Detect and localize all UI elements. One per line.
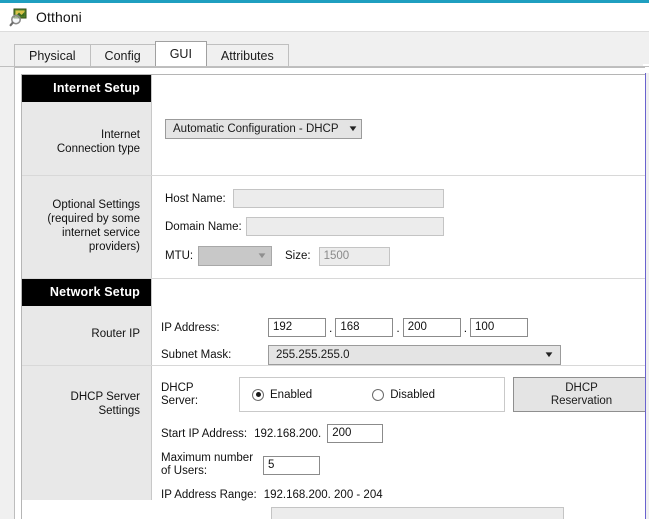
dhcp-server-label: DHCP Server: — [161, 381, 199, 407]
maximum-users-input[interactable]: 5 — [263, 455, 320, 475]
domain-name-row: Domain Name: — [152, 208, 645, 236]
mtu-label: MTU: — [165, 250, 194, 262]
dhcp-settings-label-cell: DHCP Server Settings — [22, 366, 151, 500]
radio-selected-icon — [252, 388, 264, 401]
internet-setup-header-spacer — [151, 75, 645, 102]
start-ip-last-octet-input[interactable]: 200 — [327, 424, 384, 443]
ip-octet-1-input[interactable]: 192 — [268, 318, 326, 337]
maximum-users-row: Maximum number of Users: 5 — [152, 443, 645, 478]
optional-settings-fields-cell: Host Name: Domain Name: MTU: ▼ Size: 150… — [151, 176, 645, 278]
dhcp-server-radio-group: Enabled Disabled — [239, 377, 505, 412]
ip-address-label: IP Address: — [161, 321, 220, 334]
host-name-input[interactable] — [233, 189, 444, 208]
ip-address-range-label: IP Address Range: — [161, 489, 257, 501]
ip-octet-3-input[interactable]: 200 — [402, 318, 461, 337]
start-ip-address-label: Start IP Address: — [161, 427, 248, 440]
network-setup-heading: Network Setup — [22, 279, 151, 306]
subnet-mask-label: Subnet Mask: — [161, 349, 232, 361]
chevron-down-icon: ▼ — [256, 251, 268, 260]
internet-connection-type-label-cell: Internet Connection type — [22, 102, 151, 175]
radio-unselected-icon — [372, 388, 385, 401]
mtu-size-input[interactable]: 1500 — [318, 246, 390, 266]
internet-setup-heading: Internet Setup — [22, 75, 151, 102]
ip-address-row: IP Address: 192 . 168 . 200 . 100 — [152, 306, 645, 337]
network-setup-header-spacer — [151, 279, 645, 306]
window-title: Otthoni — [36, 9, 82, 25]
ip-octet-separator: . — [463, 320, 468, 335]
optional-settings-row: Optional Settings (required by some inte… — [22, 175, 645, 278]
network-setup-section-header-row: Network Setup — [22, 278, 645, 306]
next-field-clipped-row — [152, 501, 645, 519]
mtu-row: MTU: ▼ Size: 1500 — [152, 236, 645, 266]
optional-settings-label: Optional Settings (required by some inte… — [47, 199, 140, 253]
dhcp-enabled-label: Enabled — [270, 388, 313, 401]
internet-connection-type-value: Automatic Configuration - DHCP — [173, 123, 339, 135]
dhcp-enabled-radio[interactable]: Enabled — [252, 388, 313, 401]
gui-content-panel: Internet Setup Internet Connection type … — [14, 67, 645, 519]
window-titlebar: Otthoni — [0, 3, 649, 31]
start-ip-prefix: 192.168.200. — [254, 427, 322, 440]
dhcp-server-state-row: DHCP Server: Enabled Disabled DHCP Reser… — [152, 366, 645, 412]
dhcp-server-settings-row: DHCP Server Settings DHCP Server: Enable… — [22, 365, 645, 519]
chevron-down-icon: ▼ — [346, 124, 359, 133]
router-ip-label: Router IP — [91, 328, 140, 340]
packet-tracer-router-gui-window: Otthoni Physical Config GUI Attributes I… — [0, 0, 649, 519]
tab-physical[interactable]: Physical — [14, 44, 91, 66]
internet-setup-section-header-row: Internet Setup — [22, 75, 645, 102]
dhcp-reservation-button[interactable]: DHCP Reservation — [513, 377, 645, 412]
window-body: Physical Config GUI Attributes Internet … — [0, 31, 649, 519]
mtu-size-label: Size: — [285, 250, 311, 262]
host-name-row: Host Name: — [152, 176, 645, 208]
router-magnifier-icon — [9, 7, 29, 27]
dhcp-disabled-radio[interactable]: Disabled — [372, 388, 435, 401]
dhcp-settings-label: DHCP Server Settings — [70, 391, 140, 417]
tab-gui[interactable]: GUI — [154, 41, 207, 66]
ip-address-range-row: IP Address Range: 192.168.200. 200 - 204 — [152, 478, 645, 501]
subnet-mask-row: Subnet Mask: 255.255.255.0 ▼ — [152, 337, 645, 365]
clipped-input-below-fold[interactable] — [271, 507, 564, 519]
domain-name-label: Domain Name: — [165, 220, 242, 233]
dhcp-disabled-label: Disabled — [390, 388, 435, 401]
tabstrip-baseline — [0, 66, 649, 67]
ip-octet-separator: . — [329, 320, 333, 335]
internet-connection-type-dropdown[interactable]: Automatic Configuration - DHCP ▼ — [165, 119, 363, 139]
maximum-users-label: Maximum number of Users: — [161, 452, 254, 477]
internet-connection-type-label: Internet Connection type — [56, 129, 140, 155]
tab-config[interactable]: Config — [89, 44, 156, 66]
router-ip-label-cell: Router IP — [22, 306, 151, 365]
ip-octet-2-input[interactable]: 168 — [335, 318, 394, 337]
mtu-dropdown[interactable]: ▼ — [198, 246, 272, 266]
internet-connection-type-row: Internet Connection type Automatic Confi… — [22, 102, 645, 175]
internet-connection-type-field-cell: Automatic Configuration - DHCP ▼ — [151, 102, 645, 175]
ip-octet-separator: . — [396, 320, 400, 335]
subnet-mask-value: 255.255.255.0 — [276, 349, 350, 361]
tab-attributes[interactable]: Attributes — [205, 44, 289, 66]
router-config-page: Internet Setup Internet Connection type … — [21, 74, 645, 519]
start-ip-address-row: Start IP Address: 192.168.200. 200 — [152, 412, 645, 443]
chevron-down-icon: ▼ — [543, 350, 555, 359]
domain-name-input[interactable] — [246, 217, 444, 236]
router-ip-fields-cell: IP Address: 192 . 168 . 200 . 100 Subnet… — [151, 306, 645, 365]
router-ip-row: Router IP IP Address: 192 . 168 . 200 . … — [22, 306, 645, 365]
dhcp-settings-fields-cell: DHCP Server: Enabled Disabled DHCP Reser… — [151, 366, 645, 519]
host-name-label: Host Name: — [165, 192, 226, 205]
tabstrip: Physical Config GUI Attributes — [14, 41, 289, 66]
ip-octet-4-input[interactable]: 100 — [470, 318, 529, 337]
ip-address-range-value: 192.168.200. 200 - 204 — [263, 489, 383, 501]
optional-settings-label-cell: Optional Settings (required by some inte… — [22, 176, 151, 278]
subnet-mask-dropdown[interactable]: 255.255.255.0 ▼ — [268, 345, 561, 365]
